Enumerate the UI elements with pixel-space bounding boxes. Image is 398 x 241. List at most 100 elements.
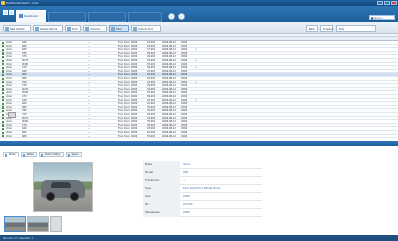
quick-access-icon[interactable] [3,10,8,15]
property-value[interactable]: — [183,177,186,185]
row-status-icon [1,48,4,51]
row-status-icon [1,113,4,116]
button-label: Filter [116,27,122,31]
row-thumbnail [8,112,16,118]
tab-order-history[interactable]: Order history [38,152,64,157]
button-label: New Vehicle [10,27,25,31]
row-status-icon [1,124,4,127]
tab-inactive-3[interactable] [128,12,162,22]
row-status-icon [1,55,4,59]
filter-button[interactable]: Filter [109,24,129,32]
property-row: Make Volvo [143,161,262,169]
property-value[interactable]: Volvo [183,161,190,169]
specs-icon [67,154,70,157]
delete-vehicle-button[interactable]: Delete Vehicle [33,24,63,32]
cell-liters: 2006 [131,134,138,138]
row-status-icon [1,102,4,105]
close-button[interactable] [391,1,397,5]
property-value[interactable]: Four Door/Four Wheel Drive [183,185,220,193]
row-status-icon [1,81,4,84]
row-status-icon [1,88,4,91]
vehicles-grid: Volvo S40— Four Door 2006 22,000 2006-08-12 20… [0,37,398,141]
vehicle-photo [33,162,93,212]
cell-year: 2006 [181,134,188,138]
forward-arrow-icon: › [180,14,183,19]
print-icon [67,27,71,31]
tab-label: Specs [71,153,79,156]
property-value[interactable]: 22,000 [183,201,192,209]
row-status-icon [1,52,4,55]
folder-icon[interactable] [9,10,14,15]
back-button[interactable]: Back [306,24,318,32]
notes-icon [22,154,26,157]
status-bar: Records: 27 | Selected: 1 [0,235,398,241]
custom-sort-button[interactable]: Custom Sort [131,24,161,32]
find-box[interactable]: Find [336,24,376,32]
tab-photo[interactable]: Photo [3,152,19,157]
row-status-icon [1,127,4,131]
row-status-icon [1,117,4,120]
columns-icon [85,27,89,31]
button-label: Custom Sort [138,27,153,31]
row-status-icon [1,73,4,77]
dashboard-icon [19,14,23,18]
new-vehicle-button[interactable]: New Vehicle [3,24,31,32]
tab-notes[interactable]: Notes [20,152,37,157]
photo-icon [5,154,8,157]
window-title: DevExpress Demo - Cars [6,1,39,5]
property-value[interactable]: S80 [183,169,188,177]
row-status-icon [1,120,4,123]
thumbnail[interactable] [4,216,26,232]
thumbnail[interactable] [27,216,49,232]
property-key: Type [143,185,180,193]
status-text: Records: 27 | Selected: 1 [3,236,33,240]
property-value[interactable]: 2005 [183,209,190,217]
property-value[interactable]: 2006 [183,193,190,201]
row-status-icon [1,77,4,80]
cell-price: 35,000 [147,134,156,138]
button-label: Back [309,27,315,31]
detail-tabs: Photo Notes Order history Specs [3,152,82,158]
row-status-icon [1,95,4,98]
app-icon [1,1,5,5]
tab-label: Order history [44,153,61,156]
section-divider [0,141,398,146]
property-row: Wheelbase 2005 [143,209,262,217]
properties-list: Make Volvo Model S80 Trademark — Type Four Door… [143,161,262,217]
property-key: Trademark [143,177,180,185]
row-status-icon [1,59,4,62]
print-button[interactable]: Print [65,24,81,32]
back-nav-button[interactable]: ‹ [168,13,175,20]
photo-thumbnails [4,216,62,232]
car-image [41,180,85,201]
property-key: Make [143,161,180,169]
property-row: Type Four Door/Four Wheel Drive [143,185,262,193]
forward-nav-button[interactable]: › [178,13,185,20]
cell-trim: — [88,134,91,138]
tab-inactive-2[interactable] [88,12,126,22]
forward-button[interactable]: Forward [320,24,333,32]
tab-specs[interactable]: Specs [65,152,82,157]
back-arrow-icon: ‹ [170,14,173,19]
thumbnail[interactable] [50,216,62,232]
tab-label: Photo [9,153,16,156]
filter-icon [111,27,115,31]
row-status-icon [1,70,4,73]
property-row: Trademark — [143,177,262,185]
maximize-button[interactable] [384,1,390,5]
tab-inactive-1[interactable] [48,12,86,22]
cell-model: S80 [22,134,27,138]
window-controls [377,1,397,5]
property-row: No. 22,000 [143,201,262,209]
row-status-icon [1,41,4,44]
car-wheel [46,192,55,201]
delete-icon [35,27,39,31]
minimize-button[interactable] [377,1,383,5]
table-row[interactable]: Volvo S80— Four Door 2006 35,000 2006-08-12 20… [0,135,398,139]
property-key: No. [143,201,180,209]
tab-dashboard[interactable]: Dashboard [16,10,46,22]
columns-button[interactable]: Columns [83,24,107,32]
row-status-icon [1,66,4,69]
search-box[interactable]: Search... [369,15,395,20]
new-icon [5,27,9,31]
